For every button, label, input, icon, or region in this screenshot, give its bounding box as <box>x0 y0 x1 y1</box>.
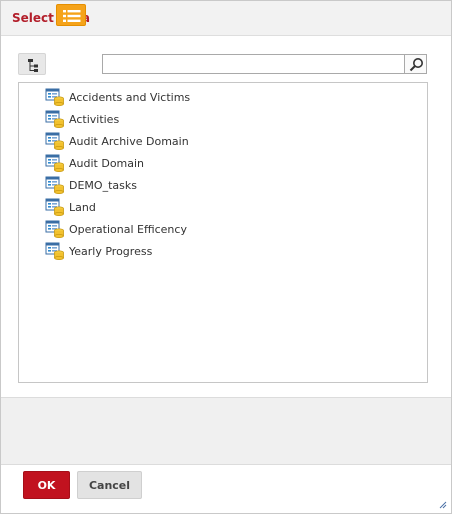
details-panel <box>1 397 451 465</box>
list-item[interactable]: Yearly Progress <box>45 240 190 262</box>
list-item[interactable]: Audit Archive Domain <box>45 130 190 152</box>
cancel-button[interactable]: Cancel <box>77 471 142 499</box>
data-source-icon <box>45 132 64 150</box>
list-item[interactable]: Operational Efficency <box>45 218 190 240</box>
list-item-label: Activities <box>69 112 120 126</box>
data-source-icon <box>45 198 64 216</box>
data-source-icon <box>45 110 64 128</box>
data-source-icon <box>45 88 64 106</box>
list-item-label: Yearly Progress <box>69 244 153 258</box>
data-source-icon <box>45 176 64 194</box>
list-item-label: Accidents and Victims <box>69 90 191 104</box>
tree-view-icon <box>28 59 38 72</box>
list-item-label: Operational Efficency <box>69 222 187 236</box>
ok-button[interactable]: OK <box>23 471 70 499</box>
list-item[interactable]: Activities <box>45 108 190 130</box>
list-view-icon <box>63 10 81 22</box>
resize-grip-icon[interactable] <box>439 501 447 509</box>
search-icon <box>409 58 423 72</box>
select-data-dialog: Select Data Accidents and Victims Activi… <box>0 0 452 514</box>
tree-view-button[interactable] <box>18 53 46 75</box>
data-source-list: Accidents and Victims Activities Audit A… <box>45 86 190 262</box>
list-item[interactable]: DEMO_tasks <box>45 174 190 196</box>
list-item-label: Land <box>69 200 96 214</box>
list-item[interactable]: Audit Domain <box>45 152 190 174</box>
list-item-label: Audit Domain <box>69 156 145 170</box>
list-item[interactable]: Land <box>45 196 190 218</box>
data-source-icon <box>45 154 64 172</box>
list-item[interactable]: Accidents and Victims <box>45 86 190 108</box>
list-item-label: Audit Archive Domain <box>69 134 189 148</box>
list-item-label: DEMO_tasks <box>69 178 137 192</box>
data-source-list-panel[interactable]: Accidents and Victims Activities Audit A… <box>18 82 428 383</box>
data-source-icon <box>45 242 64 260</box>
search-input[interactable] <box>102 54 405 74</box>
search-button[interactable] <box>404 54 427 74</box>
list-view-button[interactable] <box>56 4 86 26</box>
data-source-icon <box>45 220 64 238</box>
